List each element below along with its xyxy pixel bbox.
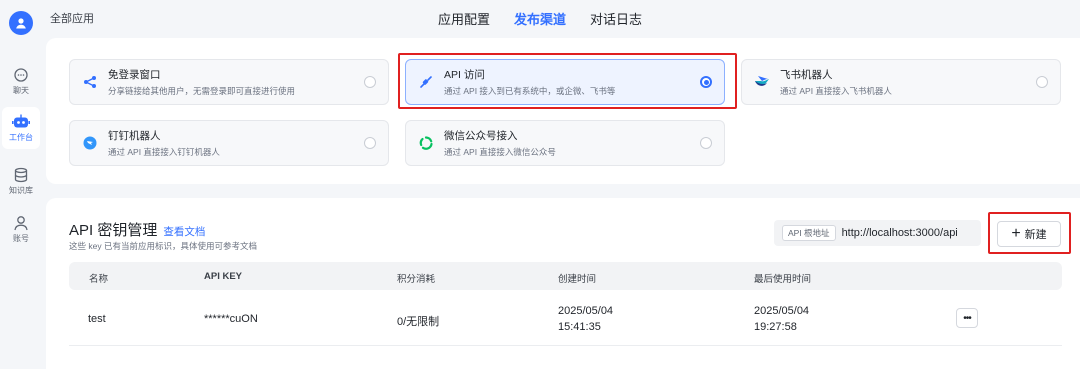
table-header: 名称 API KEY 积分消耗 创建时间 最后使用时间	[69, 262, 1062, 290]
database-icon	[14, 167, 28, 182]
col-last-used: 最后使用时间	[754, 274, 812, 285]
new-key-label: 新建	[1024, 229, 1047, 241]
channel-title: 钉钉机器人	[108, 130, 161, 142]
channel-title: 微信公众号接入	[444, 130, 518, 142]
cell-created-date: 2025/05/04	[558, 305, 614, 317]
channel-panel: 免登录窗口 分享链接给其他用户，无需登录即可直接进行使用 API 访问 通过 A…	[46, 38, 1080, 184]
table-row: test ******cuON 0/无限制 2025/05/04 15:41:3…	[69, 294, 1062, 346]
user-icon	[14, 215, 28, 230]
channel-title: 免登录窗口	[108, 69, 161, 81]
sidebar-item-knowledge[interactable]: 知识库	[2, 160, 40, 202]
sidebar-item-label: 知识库	[9, 185, 33, 195]
cell-api-key: ******cuON	[204, 313, 258, 325]
api-icon	[418, 74, 434, 90]
channel-desc: 通过 API 直接接入飞书机器人	[780, 86, 892, 96]
channel-desc: 通过 API 接入到已有系统中，或企微、飞书等	[444, 86, 616, 96]
cell-created-time: 15:41:35	[558, 321, 601, 333]
channel-desc: 通过 API 直接接入微信公众号	[444, 147, 556, 157]
feishu-icon	[754, 74, 770, 90]
sidebar-item-label: 工作台	[9, 132, 33, 142]
sidebar-item-label: 聊天	[13, 85, 29, 95]
col-created: 创建时间	[558, 274, 597, 285]
wechat-icon	[418, 135, 434, 151]
channel-card-wechat[interactable]: 微信公众号接入 通过 API 直接接入微信公众号	[405, 120, 725, 166]
sidebar: 聊天 工作台 知识库 账号	[0, 0, 42, 369]
api-root-label: API 根地址	[782, 225, 836, 241]
channel-title: API 访问	[444, 69, 485, 81]
cell-usage: 0/无限制	[397, 316, 440, 328]
channel-radio-selected[interactable]	[700, 76, 712, 88]
tab-chat-logs[interactable]: 对话日志	[590, 9, 642, 28]
api-root-url[interactable]: http://localhost:3000/api	[842, 227, 958, 239]
chat-icon	[14, 67, 28, 82]
sidebar-item-label: 账号	[13, 233, 29, 243]
channel-radio[interactable]	[1036, 76, 1048, 88]
channel-card-api[interactable]: API 访问 通过 API 接入到已有系统中，或企微、飞书等	[405, 59, 725, 105]
channel-card-feishu[interactable]: 飞书机器人 通过 API 直接接入飞书机器人	[741, 59, 1061, 105]
cell-last-time: 19:27:58	[754, 321, 797, 333]
dingtalk-icon	[82, 135, 98, 151]
api-key-title-text: API 密钥管理	[69, 222, 158, 239]
more-actions-button[interactable]: •••	[956, 308, 978, 328]
robot-icon	[12, 114, 30, 127]
api-key-section-title: API 密钥管理 查看文档	[69, 219, 205, 240]
avatar[interactable]	[9, 11, 33, 35]
channel-radio[interactable]	[364, 137, 376, 149]
api-root-address: API 根地址 http://localhost:3000/api	[774, 220, 981, 246]
tab-publish-channel[interactable]: 发布渠道	[514, 9, 566, 28]
sidebar-item-account[interactable]: 账号	[2, 208, 40, 250]
channel-card-share[interactable]: 免登录窗口 分享链接给其他用户，无需登录即可直接进行使用	[69, 59, 389, 105]
channel-radio[interactable]	[364, 76, 376, 88]
col-name: 名称	[89, 274, 109, 285]
share-icon	[82, 74, 98, 90]
channel-radio[interactable]	[700, 137, 712, 149]
tab-app-config[interactable]: 应用配置	[438, 9, 490, 28]
cell-last-date: 2025/05/04	[754, 305, 810, 317]
user-avatar-icon	[16, 18, 26, 29]
channel-desc: 通过 API 直接接入钉钉机器人	[108, 147, 220, 157]
breadcrumb[interactable]: 全部应用	[50, 10, 94, 26]
channel-desc: 分享链接给其他用户，无需登录即可直接进行使用	[108, 86, 296, 96]
new-key-button[interactable]: + 新建	[997, 221, 1061, 247]
col-api-key: API KEY	[204, 271, 243, 282]
plus-icon: +	[1011, 225, 1021, 242]
top-tabs: 应用配置 发布渠道 对话日志	[0, 0, 1080, 36]
view-docs-link[interactable]: 查看文档	[163, 226, 205, 238]
channel-card-dingtalk[interactable]: 钉钉机器人 通过 API 直接接入钉钉机器人	[69, 120, 389, 166]
sidebar-item-workbench[interactable]: 工作台	[2, 107, 40, 149]
col-usage: 积分消耗	[397, 274, 436, 285]
api-key-panel: API 密钥管理 查看文档 这些 key 已有当前应用标识，具体使用可参考文档 A…	[46, 198, 1080, 369]
sidebar-item-chat[interactable]: 聊天	[2, 60, 40, 102]
api-key-subtitle: 这些 key 已有当前应用标识，具体使用可参考文档	[69, 241, 257, 251]
channel-title: 飞书机器人	[780, 69, 833, 81]
cell-name: test	[88, 313, 106, 325]
